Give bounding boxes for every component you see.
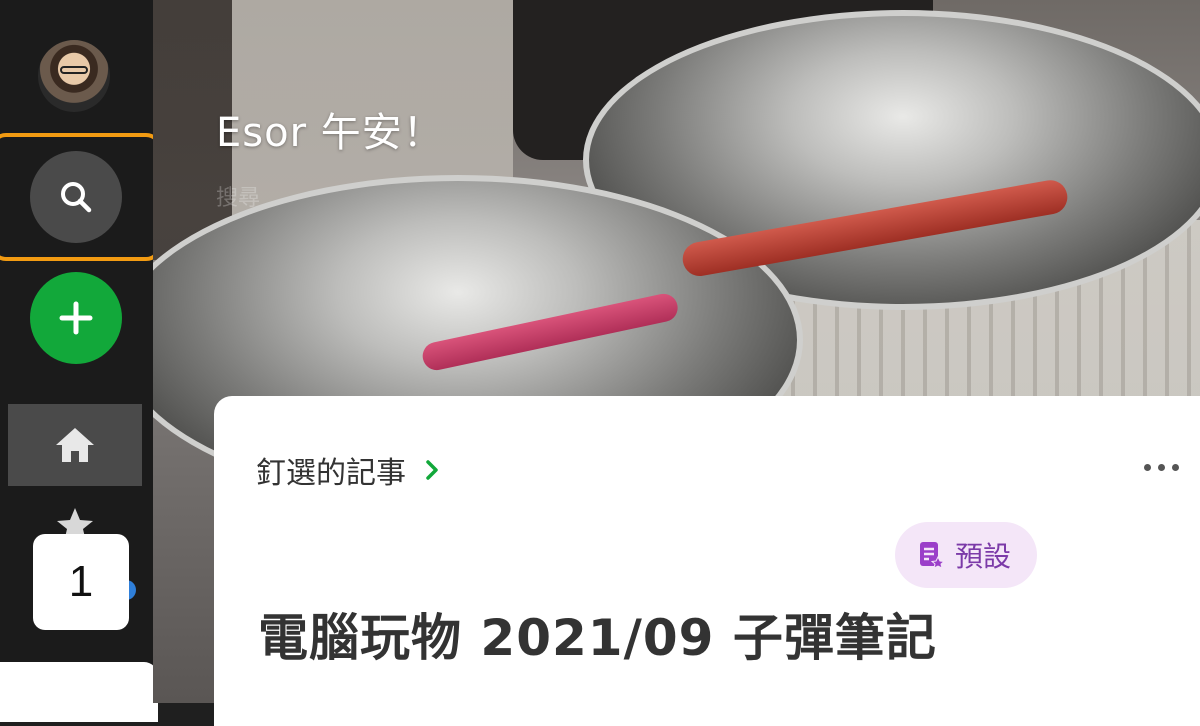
search-button[interactable]: [30, 151, 122, 243]
home-icon: [56, 428, 94, 462]
search-icon: [61, 182, 92, 213]
note-title[interactable]: 電腦玩物 2021/09 子彈筆記: [258, 598, 937, 670]
chevron-right-icon: [426, 460, 438, 480]
search-ghost-label: 搜尋: [216, 186, 261, 211]
new-note-button[interactable]: [30, 272, 122, 364]
plus-icon: [59, 301, 93, 335]
more-horizontal-icon: [1172, 464, 1179, 471]
more-options-button[interactable]: [1144, 464, 1179, 471]
sidebar-item-home[interactable]: [8, 404, 142, 486]
notebook-icon: [920, 542, 945, 569]
notebook-tag[interactable]: 預設: [895, 522, 1038, 588]
sidebar-bottom-panel: [0, 662, 158, 722]
avatar[interactable]: [38, 40, 110, 112]
pinned-note-card: 釘選的記事 預設 電腦玩物 2021/09 子彈筆記: [214, 396, 1200, 726]
greeting-text: Esor 午安！: [216, 110, 444, 156]
pinned-notes-header[interactable]: 釘選的記事: [256, 448, 440, 492]
more-horizontal-icon: [1158, 464, 1165, 471]
notebook-tag-label: 預設: [955, 540, 1012, 573]
step-badge: 1: [33, 534, 129, 630]
more-horizontal-icon: [1144, 464, 1151, 471]
sidebar: 1: [0, 0, 162, 722]
pinned-notes-label: 釘選的記事: [256, 456, 406, 491]
avatar-glasses: [60, 66, 88, 74]
